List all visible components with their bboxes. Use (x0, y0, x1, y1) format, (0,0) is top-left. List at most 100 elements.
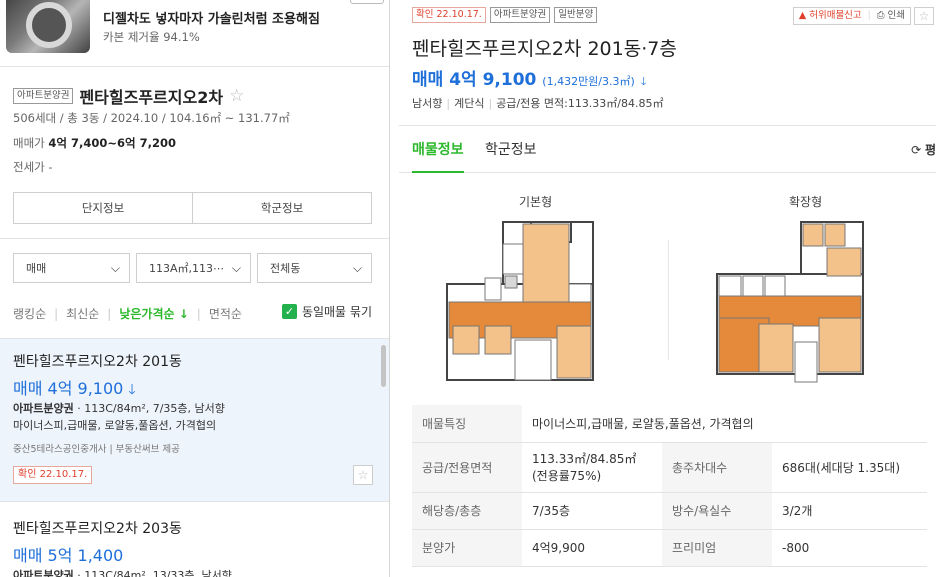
ad-title[interactable]: 디젤차도 넣자마자 가솔린처럼 조용해짐 (103, 8, 320, 27)
group-same-listings-checkbox[interactable]: ✓ 동일매물 묶기 (281, 303, 372, 320)
info-row: 공급/전용면적 113.33㎡/84.85㎡(전용률75%) 총주차대수 686… (412, 442, 927, 493)
listing-price: 매매 4억 9,100 🡓 (13, 375, 136, 403)
info-value: -800 (772, 529, 927, 567)
listing-spec: 아파트분양권 · 113C/84m², 13/33층, 남서향 (13, 567, 232, 577)
divider: | (488, 97, 493, 110)
siren-icon: ▲ (798, 10, 807, 21)
floorplan-extended-label: 확장형 (789, 195, 823, 209)
favorite-star-icon[interactable]: ☆ (914, 7, 934, 25)
detail-title: 펜타힐즈푸르지오2차 201동·7층 (412, 38, 677, 60)
sort-latest[interactable]: 최신순 (66, 305, 99, 322)
area-select[interactable]: 113A㎡,113⋯ ⌵ (136, 253, 251, 283)
print-button[interactable]: ⎙ 인쇄 (877, 10, 905, 22)
meta-area: 공급/전용 면적:113.33㎡/84.85㎡ (496, 97, 664, 110)
tab-school-info[interactable]: 학군정보 (485, 139, 537, 159)
print-icon: ⎙ (876, 10, 885, 21)
pyeong-toggle-button[interactable]: ⟳ 평 (911, 141, 936, 158)
meta-direction: 남서향 (412, 97, 443, 110)
chevron-down-icon: ⌵ (352, 260, 362, 275)
listing-price-value: 매매 5억 1,400 (13, 546, 124, 565)
complex-info: 506세대 / 총 3동 / 2024.10 / 104.16㎡ ~ 131.7… (13, 111, 290, 125)
sort-low-price[interactable]: 낮은가격순 ↓ (119, 305, 188, 322)
detail-price-per: (1,432만원/3.3㎡) (542, 75, 635, 88)
detail-tabs: 매물정보 학군정보 ⟳ 평 (399, 125, 936, 173)
dong-value: 전체동 (270, 262, 301, 275)
filter-bar: 매매 ⌵ 113A㎡,113⋯ ⌵ 전체동 ⌵ (13, 253, 372, 283)
favorite-star-icon[interactable]: ☆ (229, 87, 244, 105)
school-info-button[interactable]: 학군정보 (192, 193, 371, 223)
sort-ranking[interactable]: 랭킹순 (13, 305, 46, 322)
info-key: 공급/전용면적 (412, 442, 522, 493)
app-root: 디젤차도 넣자마자 가솔린처럼 조용해짐 카본 제거율 94.1% 아파트분양권… (0, 0, 936, 577)
info-value: 4억9,900 (522, 529, 662, 567)
meta-structure: 계단식 (454, 97, 485, 110)
detail-actions: ▲ 허위매물신고 | ⎙ 인쇄 ☆ (792, 7, 934, 25)
confirmed-tag: 확인 22.10.17. (412, 7, 486, 23)
listing-features: 마이너스피,급매물, 로얄동,풀옵션, 가격협의 (13, 419, 217, 432)
listing-broker: 중산5테라스공인중개사 | 부동산써브 제공 (13, 444, 180, 455)
price-down-arrow-icon: 🡓 (128, 382, 136, 398)
listing-title[interactable]: 펜타힐즈푸르지오2차 201동 (13, 351, 182, 371)
listing-item[interactable]: 펜타힐즈푸르지오2차 203동 매매 5억 1,400 아파트분양권 · 113… (0, 502, 389, 577)
floorplan-basic-image[interactable] (445, 214, 595, 386)
info-value: 7/35층 (522, 492, 662, 530)
complex-jeonse: 전세가 - (13, 160, 53, 174)
info-key: 방수/욕실수 (662, 492, 772, 530)
property-type-tag: 아파트분양권 (489, 7, 551, 23)
info-value: 3/2개 (772, 492, 927, 530)
listing-title[interactable]: 펜타힐즈푸르지오2차 203동 (13, 518, 182, 538)
floorplan-basic-label: 기본형 (519, 195, 553, 209)
listing-type: 아파트분양권 (13, 569, 74, 577)
info-row: 매물특징 마이너스피,급매물, 로얄동,풀옵션, 가격협의 (412, 405, 927, 443)
listing-spec-text: 113C/84m², 7/35층, 남서향 (84, 402, 225, 415)
detail-panel: 확인 22.10.17. 아파트분양권 일반분양 ▲ 허위매물신고 | ⎙ 인쇄… (399, 0, 936, 577)
listing-price-value: 매매 4억 9,100 (13, 379, 124, 398)
divider: | (867, 10, 871, 21)
complex-type-tag: 아파트분양권 (13, 88, 74, 104)
group-same-listings-label: 동일매물 묶기 (301, 305, 372, 319)
complex-info-button[interactable]: 단지정보 (14, 193, 192, 223)
complex-title-row: 아파트분양권 펜타힐즈푸르지오2차 ☆ (13, 84, 244, 108)
favorite-star-icon[interactable]: ☆ (353, 465, 373, 485)
info-row: 해당층/총층 7/35층 방수/욕실수 3/2개 (412, 492, 927, 530)
listing-item[interactable]: 펜타힐즈푸르지오2차 201동 매매 4억 9,100 🡓 아파트분양권 · 1… (0, 338, 389, 502)
detail-price: 매매 4억 9,100 (1,432만원/3.3㎡) 🡓 (412, 65, 646, 92)
chevron-down-icon: ⌵ (231, 260, 241, 275)
info-key: 매물특징 (412, 405, 522, 443)
info-key: 총주차대수 (662, 442, 772, 493)
detail-tags: 확인 22.10.17. 아파트분양권 일반분양 (412, 7, 598, 23)
confirmed-badge: 확인 22.10.17. (13, 466, 93, 484)
info-key: 해당층/총층 (412, 492, 522, 530)
divider: | (446, 97, 451, 110)
refresh-icon: ⟳ (911, 143, 922, 157)
scrollbar-thumb[interactable] (381, 345, 386, 387)
info-value: 113.33㎡/84.85㎡(전용률75%) (522, 442, 662, 493)
floorplan-divider (668, 240, 669, 360)
ad-banner[interactable]: 디젤차도 넣자마자 가솔린처럼 조용해짐 카본 제거율 94.1% (0, 0, 389, 67)
info-key: 프리미엄 (662, 529, 772, 567)
ad-thumbnail[interactable] (6, 0, 90, 53)
pyeong-label: 평 (924, 143, 936, 157)
divider: | (196, 306, 201, 321)
price-down-arrow-icon: 🡓 (640, 75, 647, 88)
info-value: 686대(세대당 1.35대) (772, 442, 927, 493)
detail-meta: 남서향 | 계단식 | 공급/전용 면적:113.33㎡/84.85㎡ (412, 95, 664, 111)
report-label: 허위매물신고 (809, 10, 862, 21)
trade-type-select[interactable]: 매매 ⌵ (13, 253, 130, 283)
listing-spec: 아파트분양권 · 113C/84m², 7/35층, 남서향 (13, 400, 225, 416)
ad-badge (350, 0, 384, 4)
report-button[interactable]: ▲ 허위매물신고 (799, 10, 862, 22)
dong-select[interactable]: 전체동 ⌵ (257, 253, 372, 283)
listing-spec-text: 113C/84m², 13/33층, 남서향 (84, 569, 232, 577)
complex-summary: 아파트분양권 펜타힐즈푸르지오2차 ☆ 506세대 / 총 3동 / 2024.… (0, 67, 389, 239)
listing-panel: 디젤차도 넣자마자 가솔린처럼 조용해짐 카본 제거율 94.1% 아파트분양권… (0, 0, 390, 577)
sort-area[interactable]: 면적순 (209, 305, 242, 322)
listing-info-table: 매물특징 마이너스피,급매물, 로얄동,풀옵션, 가격협의 공급/전용면적 11… (412, 405, 927, 567)
chevron-down-icon: ⌵ (110, 260, 120, 275)
info-key: 분양가 (412, 529, 522, 567)
ad-subtitle: 카본 제거율 94.1% (103, 30, 200, 44)
floorplan-extended-image[interactable] (715, 214, 865, 386)
print-label: 인쇄 (887, 10, 905, 21)
tab-listing-info[interactable]: 매물정보 (412, 139, 464, 173)
action-group: ▲ 허위매물신고 | ⎙ 인쇄 (792, 7, 911, 25)
